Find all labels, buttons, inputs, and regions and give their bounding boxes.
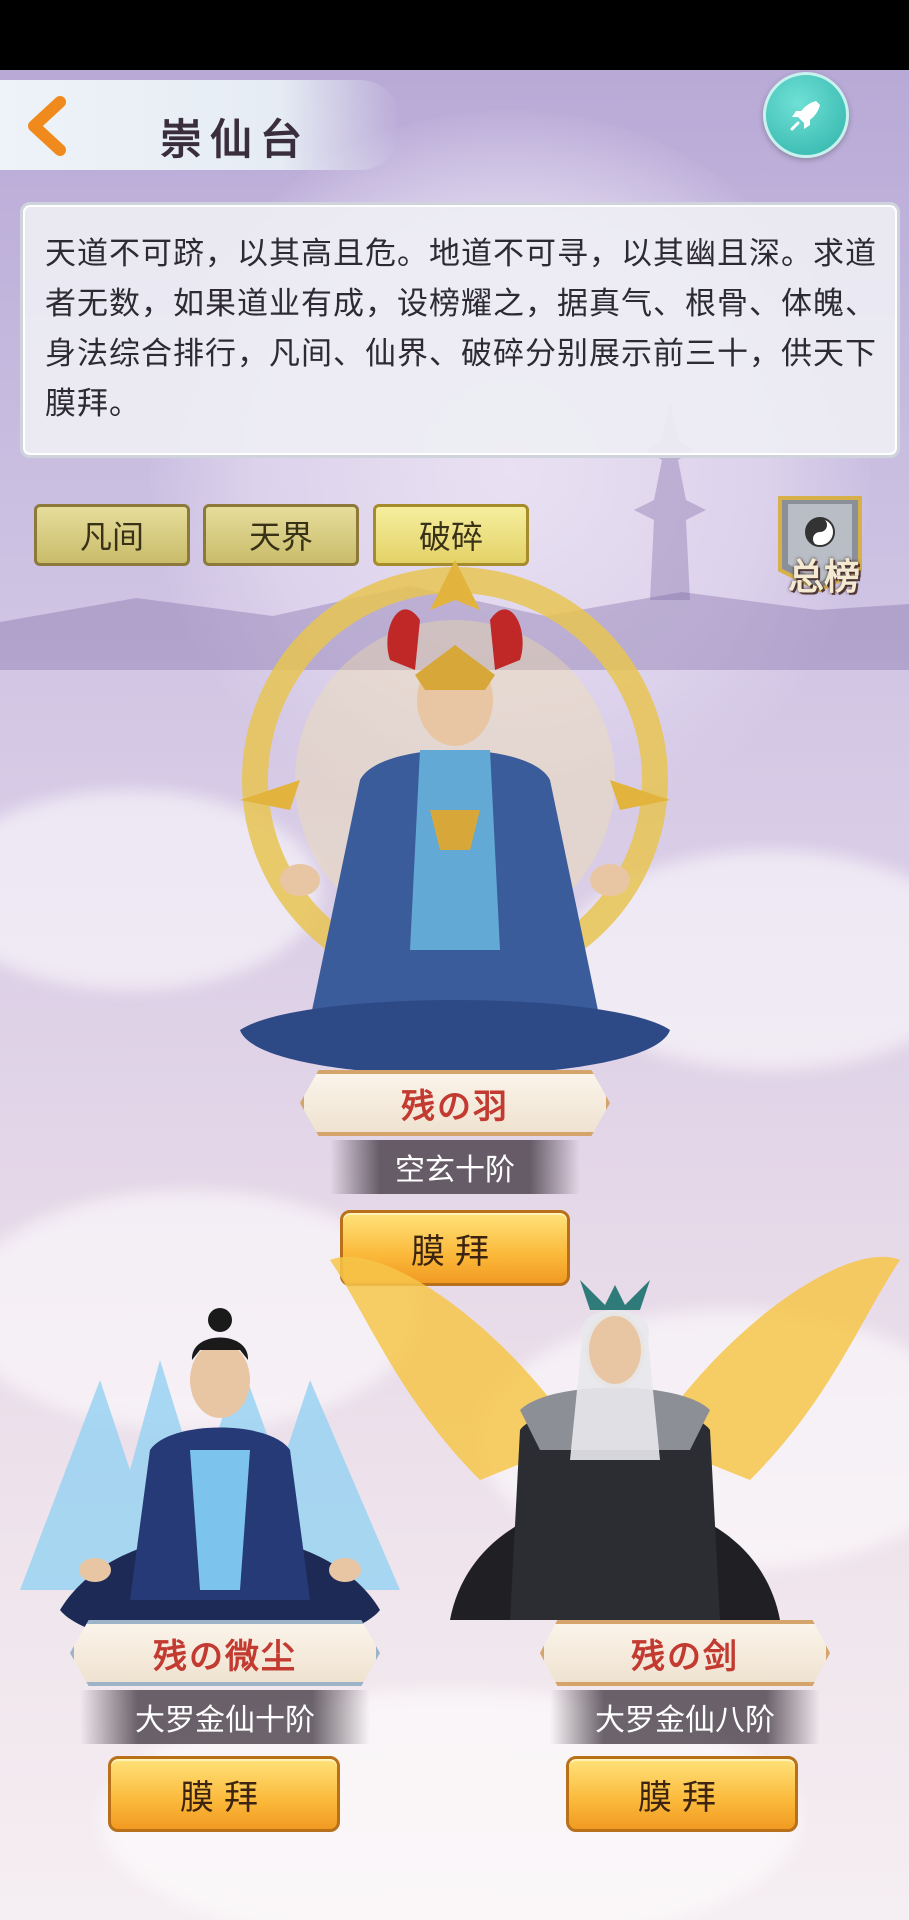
chevron-left-icon — [28, 96, 66, 156]
page-title: 崇仙台 — [160, 115, 311, 164]
rocket-icon — [790, 101, 820, 131]
back-button[interactable] — [20, 96, 80, 156]
game-screen: 崇仙台 天道不可跻，以其高且危。地道不可寻，以其幽且深。求道者无数，如果道业有成… — [0, 70, 909, 1920]
total-rank-button[interactable]: 总榜 — [770, 490, 870, 600]
total-rank-label: 总榜 — [788, 556, 861, 598]
status-bar — [0, 0, 909, 70]
champion-1-nameplate: 残の羽 — [300, 1070, 610, 1136]
description-text: 天道不可跻，以其高且危。地道不可寻，以其幽且深。求道者无数，如果道业有成，设榜耀… — [45, 236, 877, 422]
champion-2-level: 大罗金仙十阶 — [80, 1690, 370, 1744]
tab-mortal[interactable]: 凡间 — [34, 504, 190, 566]
champion-3-level: 大罗金仙八阶 — [550, 1690, 820, 1744]
champion-1-name: 残の羽 — [401, 1086, 509, 1127]
champion-1-level: 空玄十阶 — [330, 1140, 580, 1194]
rocket-button[interactable] — [763, 72, 849, 158]
champion-3-name: 残の剑 — [631, 1636, 739, 1677]
champion-3-nameplate: 残の剑 — [540, 1620, 830, 1686]
champion-2-bow-button[interactable]: 膜拜 — [108, 1756, 340, 1832]
champion-figure-3 — [330, 1256, 900, 1620]
champion-2-name: 残の微尘 — [153, 1636, 297, 1677]
description-panel: 天道不可跻，以其高且危。地道不可寻，以其幽且深。求道者无数，如果道业有成，设榜耀… — [20, 202, 900, 458]
champion-3-bow-button[interactable]: 膜拜 — [566, 1756, 798, 1832]
